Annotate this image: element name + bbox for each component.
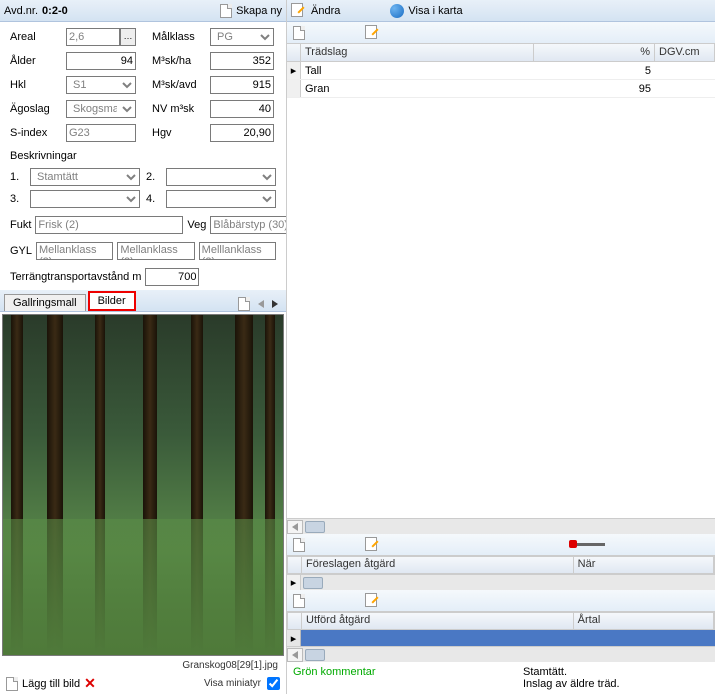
performed-selected-row[interactable]: ▸ [287,630,715,646]
gyl-l-input[interactable]: Melllanklass (2) [199,242,276,260]
suggested-scrollbar[interactable]: ▸ [287,574,715,590]
nvm3sk-input[interactable] [210,100,274,118]
sindex-label: S-index [10,127,60,139]
edit-icon [291,3,307,19]
nvm3sk-label: NV m³sk [152,103,204,115]
desc-3-select[interactable] [30,190,140,208]
performed-new-icon[interactable] [293,594,305,608]
agoslag-select[interactable]: Skogsmark [66,100,136,118]
sindex-input[interactable] [66,124,136,142]
photo-filename: Granskog08[29[1].jpg [182,660,278,671]
thumb-checkbox[interactable] [267,677,280,690]
species-scrollbar[interactable] [287,518,715,534]
terrang-label: Terrängtransportavstånd m [10,271,141,283]
col-foreslagen: Föreslagen åtgärd [302,557,574,573]
desc-1-select[interactable]: Stamtätt [30,168,140,186]
col-artal: Årtal [574,613,714,629]
add-photo-button[interactable]: Lägg till bild [22,678,80,690]
m3skavd-input[interactable] [210,76,274,94]
scroll-thumb[interactable] [305,649,325,661]
scroll-left-icon[interactable] [292,651,298,659]
green-comment-label: Grön kommentar [293,666,513,690]
species-table-body: ▸ Tall 5 Gran 95 [287,62,715,98]
next-photo-icon[interactable] [272,300,278,308]
suggested-edit-icon[interactable] [365,537,381,553]
hgv-input[interactable] [210,124,274,142]
col-nar: När [574,557,714,573]
alder-input[interactable] [66,52,136,70]
row-selector-icon[interactable]: ▸ [287,630,301,646]
row-selector-icon[interactable]: ▸ [287,62,301,79]
scroll-thumb[interactable] [305,521,325,533]
gyl-g-input[interactable]: Mellanklass (2) [36,242,113,260]
hkl-select[interactable]: S1 [66,76,136,94]
terrang-input[interactable] [145,268,199,286]
hgv-label: Hgv [152,127,204,139]
new-doc-icon[interactable] [220,4,232,18]
desc-1-label: 1. [10,171,24,183]
suggested-new-icon[interactable] [293,538,305,552]
desc-4-label: 4. [146,193,160,205]
andra-button[interactable]: Ändra [291,3,340,19]
photo-preview [2,314,284,656]
avdnr-value: 0:2-0 [42,5,68,17]
gyl-y-input[interactable]: Mellanklass (2) [117,242,194,260]
m3skha-input[interactable] [210,52,274,70]
col-utford: Utförd åtgärd [302,613,574,629]
desc-2-label: 2. [146,171,160,183]
desc-2-select[interactable] [166,168,276,186]
visa-i-karta-button[interactable]: Visa i karta [390,4,462,18]
fukt-input[interactable] [35,216,183,234]
gyl-label: GYL [10,245,32,257]
tab-gallringsmall[interactable]: Gallringsmall [4,294,86,311]
col-dgv: DGV.cm [655,44,715,61]
m3skavd-label: M³sk/avd [152,79,204,91]
row-selector-icon[interactable]: ▸ [287,575,301,591]
areal-label: Areal [10,31,60,43]
veg-label: Veg [187,219,206,231]
desc-3-label: 3. [10,193,24,205]
agoslag-label: Ägoslag [10,103,60,115]
beskrivningar-header: Beskrivningar [0,148,286,164]
desc-4-select[interactable] [166,190,276,208]
areal-more-button[interactable]: … [120,28,136,46]
performed-scrollbar[interactable] [287,646,715,662]
col-tradslag: Trädslag [301,44,534,61]
photo-tool-icon[interactable] [238,297,250,311]
skapa-ny-button[interactable]: Skapa ny [236,5,282,17]
species-new-icon[interactable] [293,26,305,40]
species-table-header: Trädslag % DGV.cm [287,44,715,62]
chainsaw-icon[interactable] [569,538,609,552]
col-percent: % [534,44,655,61]
alder-label: Ålder [10,55,60,67]
comment-text: Stamtätt. Inslag av äldre träd. [523,666,620,690]
thumb-label: Visa miniatyr [204,678,261,689]
fukt-label: Fukt [10,219,31,231]
hkl-label: Hkl [10,79,60,91]
scroll-left-icon[interactable] [292,523,298,531]
table-row[interactable]: ▸ Tall 5 [287,62,715,80]
species-edit-icon[interactable] [365,25,381,41]
add-photo-icon[interactable] [6,677,18,691]
malklass-label: Målklass [152,31,204,43]
delete-photo-icon[interactable]: ✕ [84,675,96,692]
m3skha-label: M³sk/ha [152,55,204,67]
areal-input[interactable] [66,28,120,46]
performed-edit-icon[interactable] [365,593,381,609]
table-row[interactable]: Gran 95 [287,80,715,98]
avdnr-label: Avd.nr. [4,5,38,17]
scroll-thumb[interactable] [303,577,323,589]
malklass-select[interactable]: PG [210,28,274,46]
globe-icon [390,4,404,18]
prev-photo-icon[interactable] [258,300,264,308]
tab-bilder[interactable]: Bilder [88,291,136,311]
